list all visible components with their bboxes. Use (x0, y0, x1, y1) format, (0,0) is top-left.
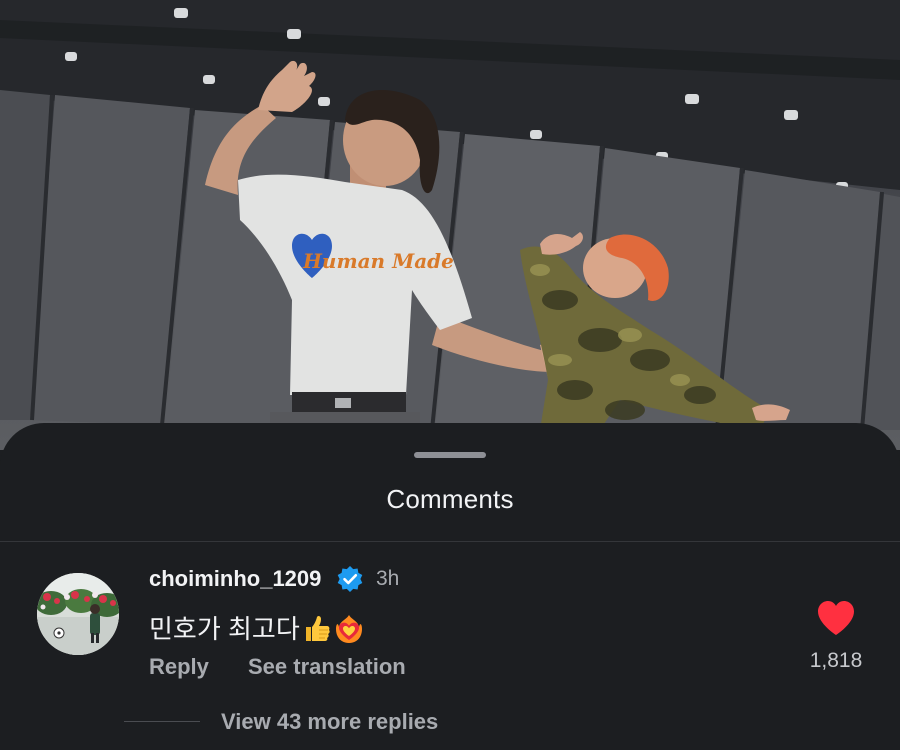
reply-button[interactable]: Reply (149, 654, 209, 680)
view-more-replies-button[interactable]: View 43 more replies (221, 709, 438, 735)
verified-badge-icon (337, 566, 363, 592)
avatar[interactable] (37, 573, 119, 655)
replies-divider-line (124, 721, 200, 722)
video-player[interactable]: Human Made (0, 0, 900, 450)
like-count: 1,818 (809, 649, 863, 672)
sheet-title: Comments (386, 484, 514, 514)
heart-icon[interactable] (816, 599, 856, 637)
avatar-image (37, 573, 119, 655)
see-translation-button[interactable]: See translation (248, 654, 406, 680)
sheet-drag-handle[interactable] (414, 452, 486, 458)
screen: Human Made Comments choiminho_1209 3h 민호… (0, 0, 900, 750)
comment-text: 민호가 최고다 (149, 614, 300, 644)
heart-on-fire-icon (335, 615, 362, 643)
comments-sheet: Comments choiminho_1209 3h 민호가 최고다 Reply… (0, 423, 900, 750)
comment-body: 민호가 최고다 (149, 609, 364, 646)
comment-timestamp: 3h (376, 567, 400, 590)
header-divider (0, 541, 900, 542)
video-frame: Human Made (0, 0, 900, 450)
comment-username[interactable]: choiminho_1209 (149, 566, 321, 592)
thumbs-up-icon (305, 615, 330, 641)
shirt-print-text: Human Made (302, 249, 454, 273)
